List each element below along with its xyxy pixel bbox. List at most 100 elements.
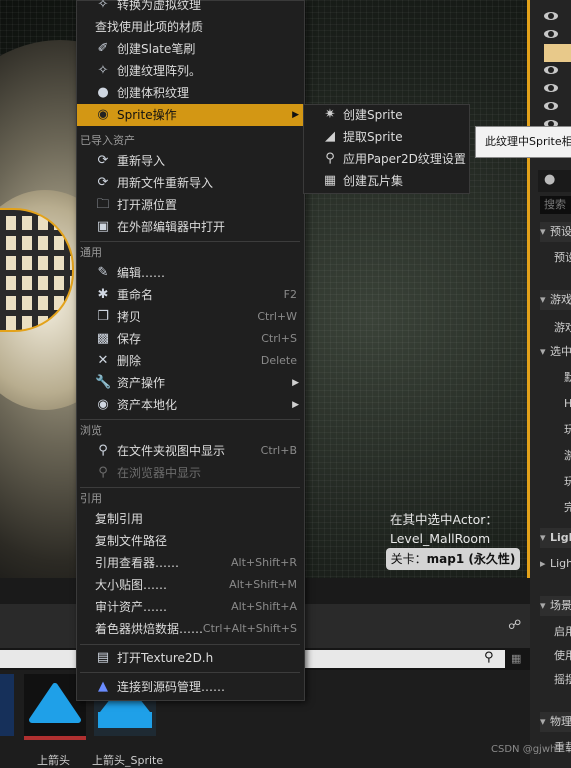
- visibility-eye-icon[interactable]: [544, 66, 558, 74]
- section-header-references: 引用: [80, 492, 102, 505]
- submenu-item-create-tileset[interactable]: ▦ 创建瓦片集: [304, 170, 467, 192]
- menu-item-create-volume-texture[interactable]: ● 创建体积纹理: [77, 82, 303, 104]
- settings-search-icon: ⚲: [325, 151, 335, 166]
- menu-item-shader-cook-data[interactable]: 着色器烘焙数据…… Ctrl+Alt+Shift+S: [77, 618, 303, 640]
- wrench-icon: 🔧: [95, 375, 112, 390]
- details-search-input[interactable]: 搜索: [540, 196, 571, 214]
- menu-item-create-texture-array[interactable]: ✧ 创建纹理阵列。: [77, 60, 303, 82]
- menu-item-create-slate-brush[interactable]: ✐ 创建Slate笔刷: [77, 38, 303, 60]
- menu-item-copy-reference[interactable]: 复制引用: [77, 508, 303, 530]
- menu-item-asset-actions[interactable]: 🔧 资产操作 ▶: [77, 372, 303, 394]
- details-row: 游: [564, 449, 571, 462]
- menu-item-show-in-folder[interactable]: ⚲ 在文件夹视图中显示 Ctrl+B: [77, 440, 303, 462]
- menu-separator: [80, 672, 300, 673]
- globe-icon: ◉: [97, 397, 109, 412]
- details-section[interactable]: ▾ 场景: [540, 596, 571, 616]
- menu-item-connect-source-control[interactable]: ▲ 连接到源码管理……: [77, 676, 303, 698]
- reimport-new-icon: ⟳: [97, 175, 109, 190]
- details-row: 游戏: [554, 321, 571, 334]
- source-control-icon: ▲: [98, 679, 108, 694]
- menu-item-convert-virtual-texture[interactable]: ✧ 转换为虚拟纹理: [77, 0, 303, 16]
- brush-icon: ✐: [97, 41, 109, 56]
- save-search-icon[interactable]: ▦: [511, 652, 521, 665]
- rename-icon: ✱: [97, 287, 109, 302]
- submenu-arrow-icon: ▶: [292, 378, 299, 388]
- texture-type-bar: [24, 736, 86, 740]
- extract-icon: ◢: [325, 129, 335, 144]
- menu-item-audit-assets[interactable]: 审计资产…… Alt+Shift+A: [77, 596, 303, 618]
- folder-icon: 🗀: [96, 197, 110, 212]
- level-badge-prefix: 关卡：: [390, 552, 427, 566]
- submenu-item-create-sprite[interactable]: ✷ 创建Sprite: [304, 104, 467, 126]
- search-icon: ⚲: [98, 443, 108, 458]
- menu-item-open-source-location[interactable]: 🗀 打开源位置: [77, 194, 303, 216]
- details-row: 默: [564, 371, 571, 384]
- menu-item-open-header[interactable]: ▤ 打开Texture2D.h: [77, 647, 303, 669]
- visibility-eye-icon[interactable]: [544, 30, 558, 38]
- details-section[interactable]: ▾ 游戏: [540, 290, 571, 310]
- submenu-arrow-icon: ▶: [292, 110, 299, 120]
- details-section[interactable]: ▾Ligh: [540, 528, 571, 548]
- menu-item-duplicate[interactable]: ❐ 拷贝 Ctrl+W: [77, 306, 303, 328]
- details-section[interactable]: ▾ 选中: [540, 342, 571, 362]
- menu-item-size-map[interactable]: 大小贴图…… Alt+Shift+M: [77, 574, 303, 596]
- menu-item-edit[interactable]: ✎ 编辑……: [77, 262, 303, 284]
- details-search-icon: ●: [544, 172, 556, 187]
- actor-label-line1: 在其中选中Actor：: [390, 512, 498, 527]
- selected-actor-info: 在其中选中Actor： Level_MallRoom: [390, 510, 498, 548]
- visibility-eye-icon[interactable]: [544, 102, 558, 110]
- details-row: 使用: [554, 649, 571, 662]
- details-row: H: [564, 397, 571, 410]
- menu-item-asset-localization[interactable]: ◉ 资产本地化 ▶: [77, 394, 303, 416]
- menu-item-reference-viewer[interactable]: 引用查看器…… Alt+Shift+R: [77, 552, 303, 574]
- sphere-icon: ●: [97, 85, 109, 100]
- menu-item-show-in-browser: ⚲ 在浏览器中显示: [77, 462, 303, 484]
- menu-item-sprite-actions[interactable]: ◉ Sprite操作 ▶: [77, 104, 303, 126]
- external-editor-icon: ▣: [96, 219, 110, 234]
- submenu-item-apply-paper2d-settings[interactable]: ⚲ 应用Paper2D纹理设置: [304, 148, 467, 170]
- search-icon[interactable]: ⚲: [484, 650, 494, 665]
- details-row: 完: [564, 501, 571, 514]
- edit-icon: ✎: [97, 265, 109, 280]
- section-header-common: 通用: [80, 246, 102, 259]
- texture-array-icon: ✧: [97, 63, 109, 78]
- level-badge-name: map1 (永久性): [426, 552, 516, 566]
- details-tab[interactable]: ●: [538, 170, 571, 192]
- menu-item-save[interactable]: ▩ 保存 Ctrl+S: [77, 328, 303, 350]
- tileset-icon: ▦: [323, 173, 337, 188]
- menu-item-reimport[interactable]: ⟳ 重新导入: [77, 150, 303, 172]
- asset-name: 上箭头_Sprite: [92, 754, 164, 767]
- details-section[interactable]: ▾ 预设: [540, 222, 571, 242]
- duplicate-icon: ❐: [97, 309, 109, 324]
- asset-name: 上箭头: [37, 754, 70, 767]
- convert-icon: ✧: [97, 0, 109, 12]
- outliner-selected-row[interactable]: [544, 44, 571, 62]
- menu-separator: [80, 487, 300, 488]
- visibility-eye-icon[interactable]: [544, 84, 558, 92]
- sprite-icon: ◉: [97, 107, 109, 122]
- menu-item-find-materials[interactable]: 查找使用此项的材质: [77, 16, 303, 38]
- details-row: 玩: [564, 475, 571, 488]
- menu-item-reimport-new-file[interactable]: ⟳ 用新文件重新导入: [77, 172, 303, 194]
- submenu-item-extract-sprites[interactable]: ◢ 提取Sprite: [304, 126, 467, 148]
- lock-icon[interactable]: ☍: [508, 618, 521, 633]
- watermark: CSDN @gjwh: [491, 744, 557, 755]
- asset-thumbnail[interactable]: [0, 674, 14, 736]
- menu-item-open-external-editor[interactable]: ▣ 在外部编辑器中打开: [77, 216, 303, 238]
- code-file-icon: ▤: [96, 650, 110, 665]
- reimport-icon: ⟳: [97, 153, 109, 168]
- level-badge: 关卡：map1 (永久性): [386, 548, 520, 570]
- menu-separator: [80, 241, 300, 242]
- visibility-eye-icon[interactable]: [544, 12, 558, 20]
- menu-item-copy-file-path[interactable]: 复制文件路径: [77, 530, 303, 552]
- details-row: 启用: [554, 625, 571, 638]
- details-row[interactable]: ▸ Ligh: [540, 554, 571, 574]
- section-header-imported: 已导入资产: [80, 134, 135, 147]
- details-section[interactable]: ▾ 物理: [540, 712, 571, 732]
- menu-item-rename[interactable]: ✱ 重命名 F2: [77, 284, 303, 306]
- search-icon: ⚲: [98, 465, 108, 480]
- details-row: 摇摆: [554, 673, 571, 686]
- actor-label-line2: Level_MallRoom: [390, 531, 491, 546]
- section-header-browse: 浏览: [80, 424, 102, 437]
- menu-item-delete[interactable]: ✕ 删除 Delete: [77, 350, 303, 372]
